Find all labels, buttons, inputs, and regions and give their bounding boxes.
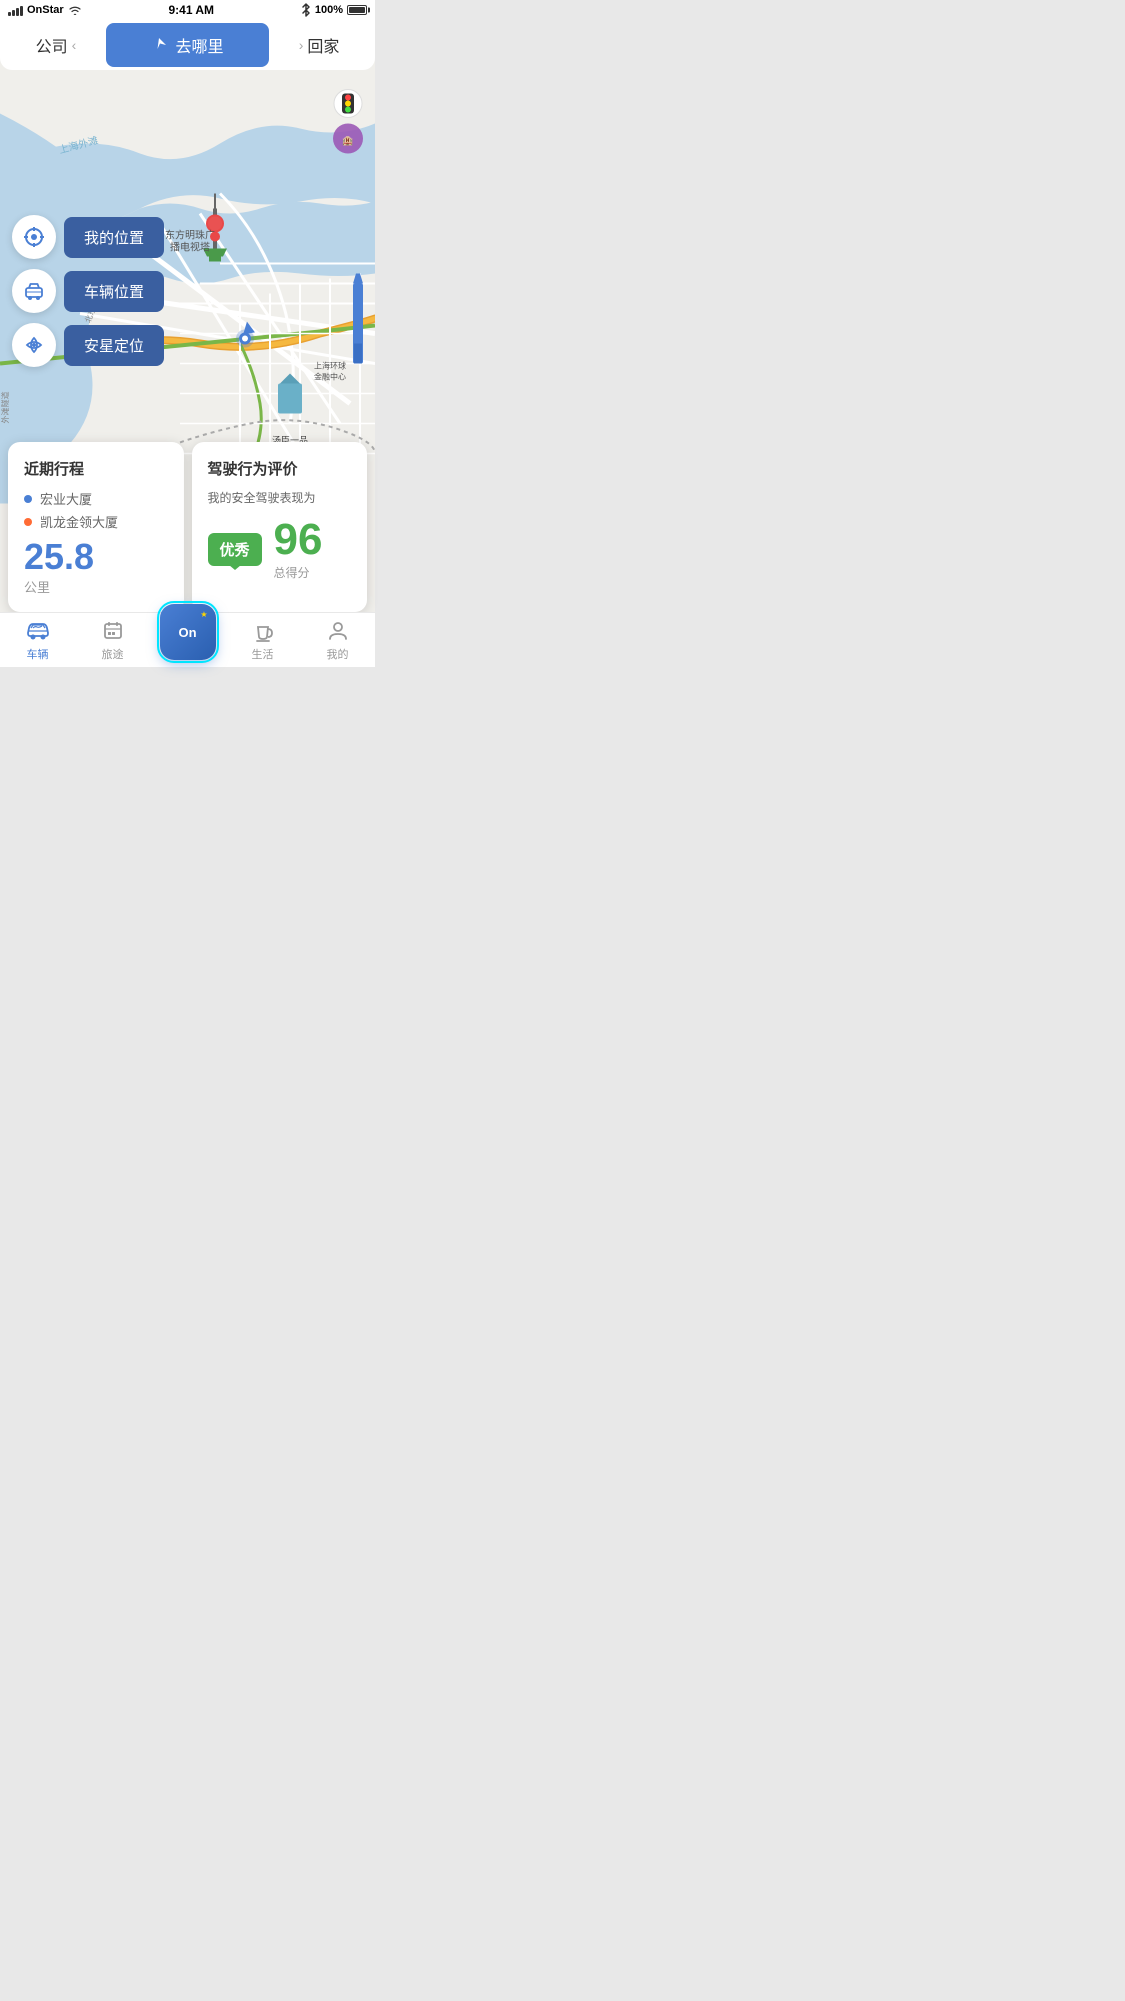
score-number: 96: [274, 518, 323, 562]
navigate-icon: [151, 37, 167, 53]
svg-text:播电视塔: 播电视塔: [170, 241, 210, 254]
trip-destination-2: 凯龙金领大厦: [24, 512, 168, 531]
onstar-button[interactable]: ★ On: [160, 604, 216, 660]
tab-trip[interactable]: 旅途: [75, 619, 150, 662]
vehicle-tab-label: 车辆: [27, 646, 49, 662]
company-nav-item[interactable]: 公司 ‹: [12, 33, 100, 57]
status-left: OnStar: [8, 4, 82, 16]
trip-card[interactable]: 近期行程 宏业大厦 凯龙金领大厦 25.8 公里: [8, 442, 184, 612]
vehicle-tab-icon: [26, 619, 50, 643]
location-target-icon: [23, 226, 45, 248]
tab-mine[interactable]: 我的: [300, 619, 375, 662]
trip-distance-value: 25.8: [24, 539, 168, 575]
score-label: 总得分: [274, 564, 323, 581]
orange-dot: [24, 518, 32, 526]
driving-card[interactable]: 驾驶行为评价 我的安全驾驶表现为 优秀 96 总得分: [192, 442, 368, 612]
company-chevron: ‹: [72, 37, 77, 53]
carrier-label: OnStar: [27, 4, 64, 16]
battery-icon: [347, 5, 367, 15]
driving-subtitle: 我的安全驾驶表现为: [208, 489, 352, 506]
driving-card-title: 驾驶行为评价: [208, 458, 352, 479]
mine-tab-icon: [326, 619, 350, 643]
tab-life[interactable]: 生活: [225, 619, 300, 662]
my-location-row[interactable]: 我的位置: [12, 215, 164, 259]
navigate-label: 去哪里: [175, 33, 223, 57]
satellite-label: 安星定位: [84, 338, 144, 355]
satellite-icon-btn[interactable]: [12, 323, 56, 367]
wifi-icon: [68, 5, 82, 16]
right-chevron: ›: [299, 37, 304, 53]
home-nav-item[interactable]: › 回家: [275, 33, 363, 57]
bottom-cards: 近期行程 宏业大厦 凯龙金领大厦 25.8 公里 驾驶行为评价 我的安全驾驶表现…: [0, 442, 375, 612]
vehicle-location-label: 车辆位置: [84, 284, 144, 301]
map-left-controls: 我的位置 车辆位置 安星定位: [12, 215, 164, 367]
tab-vehicle[interactable]: 车辆: [0, 619, 75, 662]
signal-bars: [8, 5, 23, 16]
bluetooth-icon: [301, 3, 311, 17]
trip-tab-icon: [101, 619, 125, 643]
svg-text:上海环球: 上海环球: [314, 361, 346, 371]
svg-text:🏨: 🏨: [342, 136, 353, 147]
home-label: 回家: [307, 33, 339, 57]
onstar-star: ★: [200, 610, 207, 619]
battery-percent: 100%: [315, 4, 343, 16]
tab-onstar[interactable]: ★ On: [150, 604, 225, 660]
mine-tab-label: 我的: [327, 646, 349, 662]
trip-distance-unit: 公里: [24, 577, 168, 596]
onstar-label: On: [178, 626, 196, 639]
status-bar: OnStar 9:41 AM 100%: [0, 0, 375, 20]
vehicle-location-button[interactable]: 车辆位置: [64, 271, 164, 312]
svg-text:外滩隧道: 外滩隧道: [0, 392, 10, 424]
trip-destination-1: 宏业大厦: [24, 489, 168, 508]
navigate-button[interactable]: 去哪里: [106, 23, 269, 67]
satellite-row[interactable]: 安星定位: [12, 323, 164, 367]
vehicle-location-row[interactable]: 车辆位置: [12, 269, 164, 313]
top-nav: 公司 ‹ 去哪里 › 回家: [0, 20, 375, 70]
satellite-icon: [23, 334, 45, 356]
car-icon: [23, 280, 45, 302]
life-tab-icon: [251, 619, 275, 643]
vehicle-location-icon-btn[interactable]: [12, 269, 56, 313]
svg-text:东方明珠广: 东方明珠广: [165, 229, 215, 242]
company-label: 公司: [36, 33, 68, 57]
status-right: 100%: [301, 3, 367, 17]
satellite-button[interactable]: 安星定位: [64, 325, 164, 366]
blue-dot: [24, 495, 32, 503]
svg-text:金融中心: 金融中心: [314, 372, 346, 382]
trip-card-title: 近期行程: [24, 458, 168, 479]
excellent-badge: 优秀: [208, 533, 262, 566]
my-location-label: 我的位置: [84, 230, 144, 247]
tab-bar: 车辆 旅途 ★ On: [0, 612, 375, 667]
trip-tab-label: 旅途: [102, 646, 124, 662]
my-location-icon-btn[interactable]: [12, 215, 56, 259]
status-time: 9:41 AM: [168, 3, 214, 17]
life-tab-label: 生活: [252, 646, 274, 662]
drive-score-row: 优秀 96 总得分: [208, 518, 352, 581]
my-location-button[interactable]: 我的位置: [64, 217, 164, 258]
